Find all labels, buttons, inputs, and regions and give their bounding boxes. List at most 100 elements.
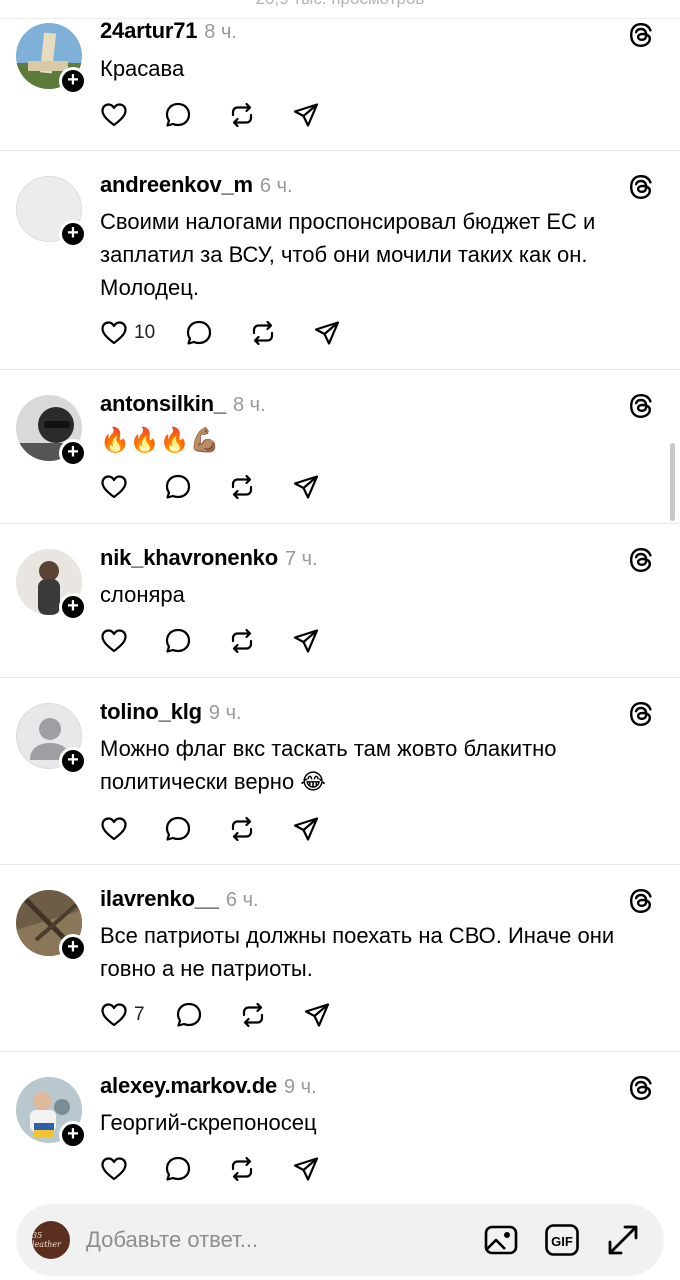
share-button[interactable] [292, 1155, 320, 1183]
reply-button[interactable] [164, 815, 192, 843]
image-icon [484, 1225, 518, 1255]
repost-icon [239, 1001, 267, 1029]
avatar-logo-text: 35 leather [32, 1231, 61, 1249]
repost-button[interactable] [228, 1155, 256, 1183]
repost-icon [228, 101, 256, 129]
repost-button[interactable] [239, 1001, 267, 1029]
comment-item: + tolino_klg 9 ч. Можно флаг вкс таскать… [0, 678, 680, 865]
like-button[interactable] [100, 473, 128, 501]
heart-icon [100, 815, 128, 843]
repost-icon [228, 1155, 256, 1183]
views-header: 20,9 тыс. просмотров [0, 0, 680, 19]
username[interactable]: alexey.markov.de [100, 1073, 277, 1099]
follow-plus-button[interactable]: + [59, 67, 87, 95]
comment-text: Георгий-скрепоносец [100, 1110, 317, 1135]
follow-plus-button[interactable]: + [59, 1121, 87, 1149]
comment-text: Красава [100, 56, 185, 81]
image-button[interactable] [483, 1222, 519, 1258]
threads-icon[interactable] [628, 174, 654, 200]
username[interactable]: andreenkov_m [100, 172, 253, 198]
threads-icon[interactable] [628, 22, 654, 48]
follow-plus-button[interactable]: + [59, 747, 87, 775]
comment-item: + andreenkov_m 6 ч. Своими налогами прос… [0, 151, 680, 370]
heart-icon [100, 1001, 128, 1029]
comment-item: + nik_khavronenko 7 ч. слоняра [0, 524, 680, 678]
views-count: 20,9 тыс. просмотров [0, 0, 680, 9]
comment-icon [164, 473, 192, 501]
repost-icon [228, 473, 256, 501]
comment-item: + alexey.markov.de 9 ч. Георгий-скрепоно… [0, 1052, 680, 1204]
like-button[interactable]: 10 [100, 319, 155, 347]
threads-icon[interactable] [628, 1075, 654, 1101]
share-button[interactable] [303, 1001, 331, 1029]
like-button[interactable]: 7 [100, 1001, 145, 1029]
repost-button[interactable] [228, 101, 256, 129]
timestamp: 9 ч. [208, 702, 242, 724]
timestamp: 8 ч. [204, 21, 237, 43]
username[interactable]: ilavrenko__ [100, 886, 219, 912]
comment-text: Все патриоты должны поехать на СВО. Инач… [100, 923, 615, 981]
gif-button[interactable]: GIF [544, 1222, 580, 1258]
share-button[interactable] [292, 815, 320, 843]
heart-icon [100, 101, 128, 129]
follow-plus-button[interactable]: + [59, 439, 87, 467]
timestamp: 6 ч. [225, 889, 259, 911]
like-count: 10 [134, 322, 156, 343]
threads-icon[interactable] [628, 393, 654, 419]
follow-plus-button[interactable]: + [59, 934, 87, 962]
comment-item: + 24artur71 8 ч. Красава [0, 18, 680, 151]
threads-icon[interactable] [628, 701, 654, 727]
comment-icon [164, 815, 192, 843]
gif-label: GIF [551, 1234, 573, 1249]
like-button[interactable] [100, 1155, 128, 1183]
heart-icon [100, 1155, 128, 1183]
share-button[interactable] [292, 627, 320, 655]
like-button[interactable] [100, 627, 128, 655]
username[interactable]: 24artur71 [100, 18, 197, 44]
heart-icon [100, 473, 128, 501]
reply-button[interactable] [164, 627, 192, 655]
timestamp: 9 ч. [284, 1076, 317, 1098]
send-icon [292, 101, 320, 129]
expand-button[interactable] [605, 1222, 641, 1258]
expand-icon [608, 1225, 638, 1255]
heart-icon [100, 319, 128, 347]
share-button[interactable] [313, 319, 341, 347]
reply-button[interactable] [185, 319, 213, 347]
gif-icon: GIF [545, 1224, 579, 1256]
repost-icon [228, 815, 256, 843]
comment-text: Своими налогами проспонсировал бюджет ЕС… [100, 209, 596, 300]
share-button[interactable] [292, 473, 320, 501]
follow-plus-button[interactable]: + [59, 593, 87, 621]
threads-icon[interactable] [628, 547, 654, 573]
follow-plus-button[interactable]: + [59, 220, 87, 248]
threads-icon[interactable] [628, 888, 654, 914]
username[interactable]: nik_khavronenko [100, 545, 278, 571]
username[interactable]: antonsilkin_ [100, 391, 226, 417]
scrollbar[interactable] [670, 443, 675, 521]
like-button[interactable] [100, 101, 128, 129]
send-icon [313, 319, 341, 347]
reply-input[interactable] [86, 1224, 446, 1256]
reply-button[interactable] [164, 101, 192, 129]
repost-button[interactable] [228, 473, 256, 501]
comment-text: 🔥🔥🔥💪🏽 [100, 427, 220, 454]
share-button[interactable] [292, 101, 320, 129]
reply-composer[interactable]: 35 leather GIF [16, 1204, 664, 1276]
timestamp: 7 ч. [284, 548, 318, 570]
my-avatar: 35 leather [32, 1221, 70, 1259]
comment-icon [164, 101, 192, 129]
like-button[interactable] [100, 815, 128, 843]
comment-item: + antonsilkin_ 8 ч. 🔥🔥🔥💪🏽 [0, 370, 680, 524]
send-icon [292, 1155, 320, 1183]
repost-button[interactable] [228, 627, 256, 655]
repost-button[interactable] [228, 815, 256, 843]
repost-icon [228, 627, 256, 655]
reply-button[interactable] [175, 1001, 203, 1029]
comment-icon [175, 1001, 203, 1029]
reply-button[interactable] [164, 473, 192, 501]
username[interactable]: tolino_klg [100, 699, 202, 725]
reply-button[interactable] [164, 1155, 192, 1183]
repost-button[interactable] [249, 319, 277, 347]
send-icon [303, 1001, 331, 1029]
